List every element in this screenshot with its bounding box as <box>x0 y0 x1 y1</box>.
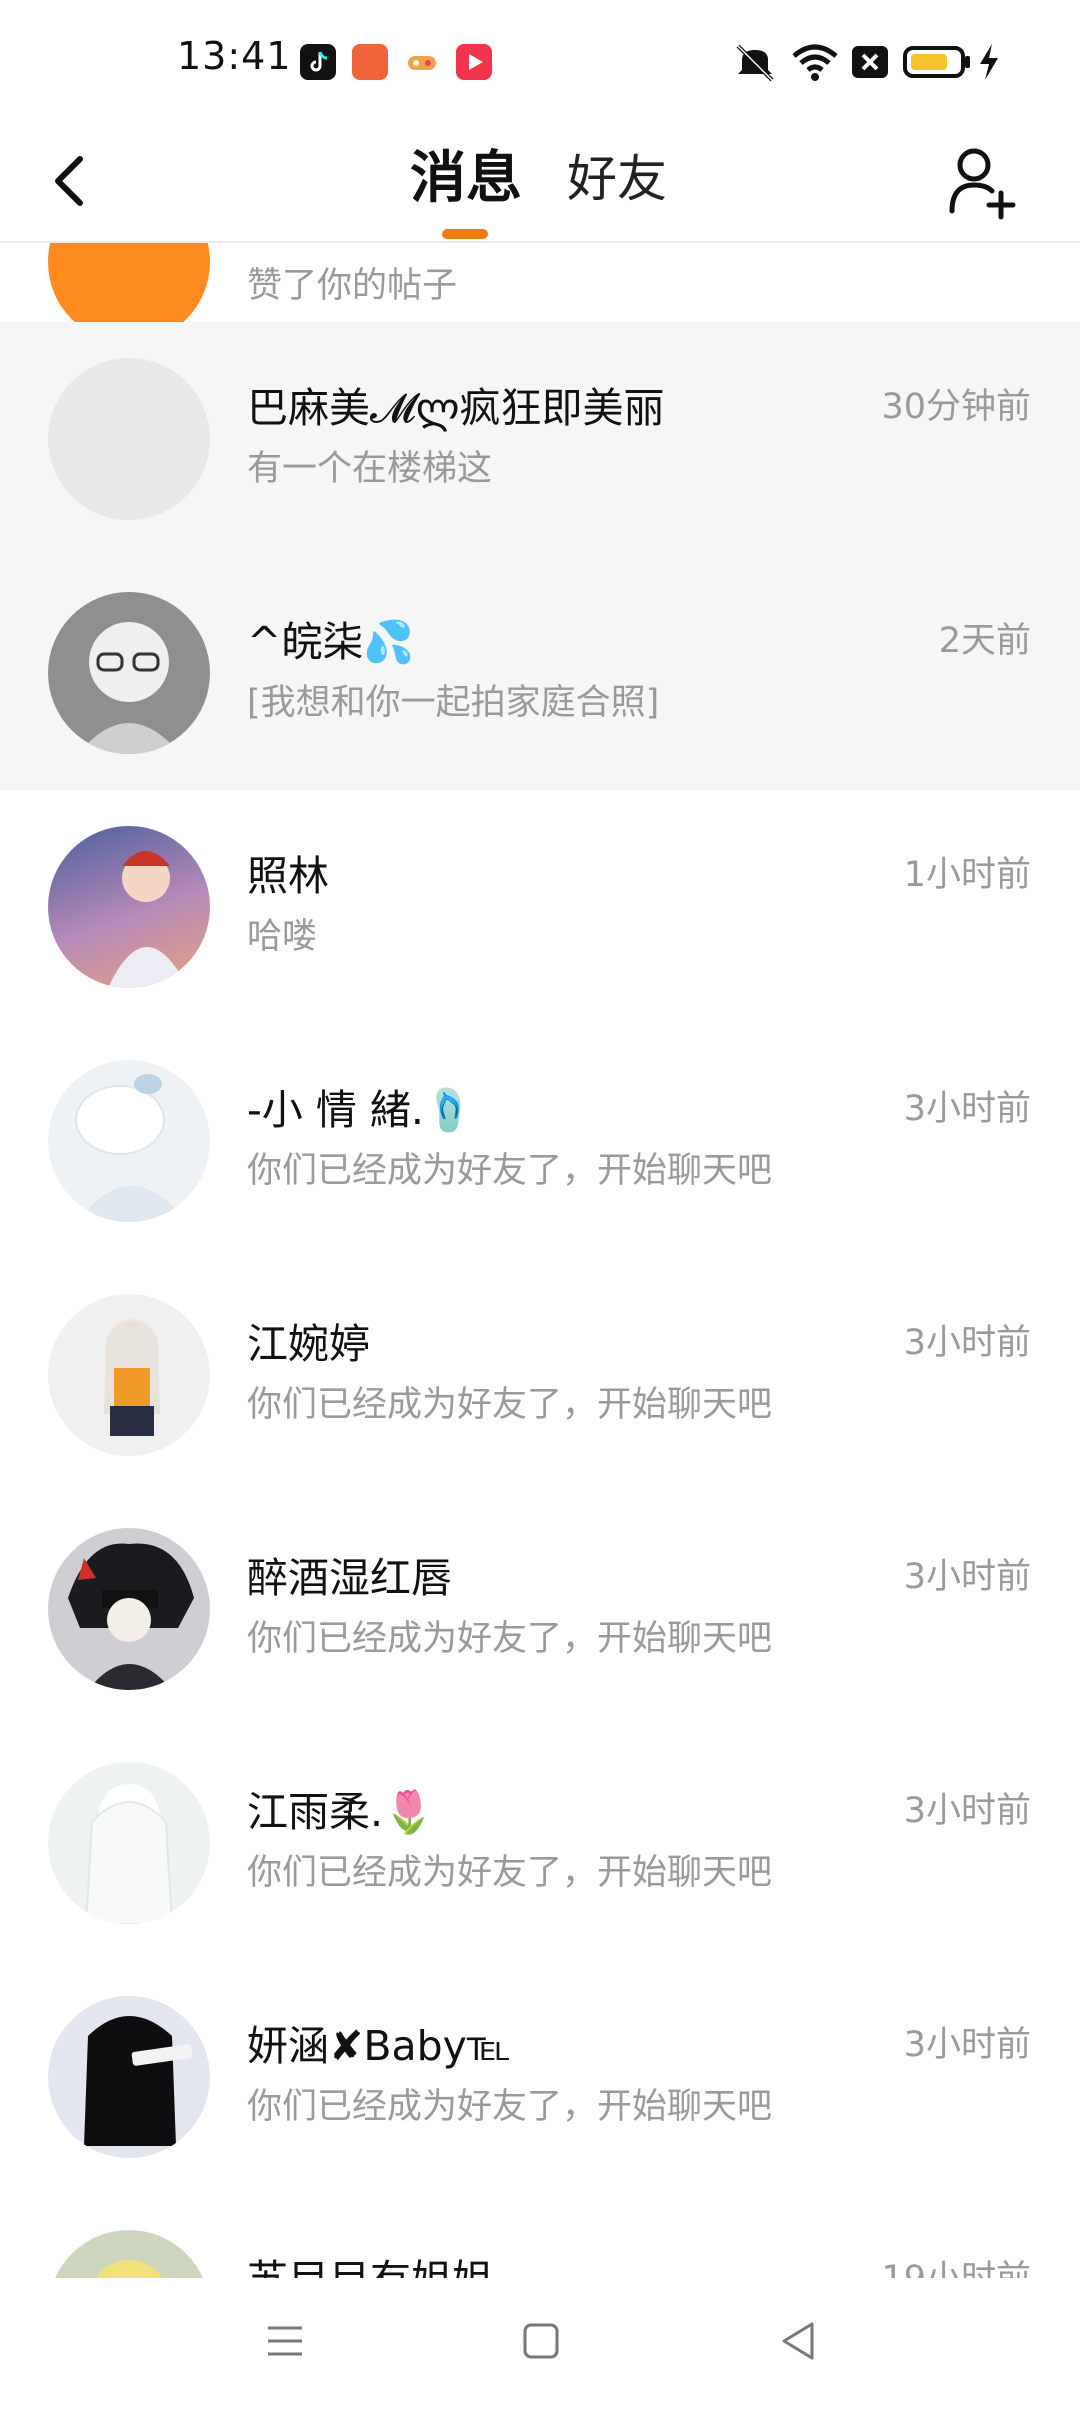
menu-icon[interactable] <box>262 2318 308 2364</box>
contact-name: 妍涵✘Baby℡ <box>247 2022 511 2070</box>
close-icon <box>852 46 888 78</box>
tiktok-icon <box>300 44 336 80</box>
avatar <box>48 1294 210 1456</box>
list-item[interactable]: 照林 哈喽 1小时前 <box>0 790 1080 1024</box>
message-time: 30分钟前 <box>881 387 1031 427</box>
list-item[interactable]: 江雨柔.🌷 你们已经成为好友了，开始聊天吧 3小时前 <box>0 1726 1080 1960</box>
message-time: 1小时前 <box>903 855 1031 895</box>
contact-name: 江婉婷 <box>247 1320 370 1368</box>
message-preview: 你们已经成为好友了，开始聊天吧 <box>247 2087 773 2127</box>
list-item[interactable]: 江婉婷 你们已经成为好友了，开始聊天吧 3小时前 <box>0 1258 1080 1492</box>
tab-messages[interactable]: 消息 <box>410 133 522 214</box>
contact-name: 巴麻美𝓜ლ疯狂即美丽 <box>247 384 665 432</box>
message-time: 3小时前 <box>903 1323 1031 1363</box>
message-time: 3小时前 <box>903 1089 1031 1129</box>
tab-friends[interactable]: 好友 <box>567 139 667 211</box>
back-arrow-icon[interactable] <box>42 141 102 221</box>
contact-name: 苏目目有姐姐 <box>247 2246 493 2278</box>
system-nav-bar <box>0 2278 1080 2412</box>
list-item[interactable]: 醉酒湿红唇 你们已经成为好友了，开始聊天吧 3小时前 <box>0 1492 1080 1726</box>
mute-icon <box>736 44 774 82</box>
message-time: 3小时前 <box>903 2025 1031 2065</box>
home-icon[interactable] <box>518 2318 564 2364</box>
video-app-icon <box>456 44 492 80</box>
avatar <box>48 1060 210 1222</box>
avatar <box>48 826 210 988</box>
message-time: 2天前 <box>938 621 1031 661</box>
contact-name: 醉酒湿红唇 <box>247 1554 452 1602</box>
avatar <box>48 1762 210 1924</box>
contact-name: 江雨柔.🌷 <box>247 1788 435 1836</box>
avatar <box>48 358 210 520</box>
contact-name: ^皖柒💦 <box>247 618 415 666</box>
contact-name: 照林 <box>247 852 329 900</box>
conversation-list[interactable]: 赞了你的帖子 巴麻美𝓜ლ疯狂即美丽 有一个在楼梯这 30分钟前 ^皖柒💦 [我想… <box>0 241 1080 2278</box>
list-item[interactable]: -小 情 緒.🩴 你们已经成为好友了，开始聊天吧 3小时前 <box>0 1024 1080 1258</box>
message-preview: 哈喽 <box>247 917 318 957</box>
top-nav: 消息 好友 <box>0 125 1080 243</box>
list-item[interactable]: ^皖柒💦 [我想和你一起拍家庭合照] 2天前 <box>0 556 1080 790</box>
back-icon[interactable] <box>776 2318 822 2364</box>
list-item[interactable]: 苏目目有姐姐 19小时前 <box>0 2194 1080 2278</box>
wifi-icon <box>792 44 838 81</box>
avatar <box>48 1996 210 2158</box>
status-time: 13:41 <box>177 34 292 78</box>
message-time: 3小时前 <box>903 1557 1031 1597</box>
list-item[interactable]: 妍涵✘Baby℡ 你们已经成为好友了，开始聊天吧 3小时前 <box>0 1960 1080 2194</box>
message-preview: 赞了你的帖子 <box>247 266 458 306</box>
add-friend-icon[interactable] <box>946 135 1016 225</box>
message-time: 19小时前 <box>881 2250 1031 2278</box>
avatar <box>48 592 210 754</box>
active-tab-indicator <box>442 229 488 239</box>
avatar <box>48 2230 210 2278</box>
contact-name: -小 情 緒.🩴 <box>247 1086 475 1134</box>
message-preview: 你们已经成为好友了，开始聊天吧 <box>247 1619 773 1659</box>
message-preview: 你们已经成为好友了，开始聊天吧 <box>247 1151 773 1191</box>
message-preview: 你们已经成为好友了，开始聊天吧 <box>247 1385 773 1425</box>
avatar <box>48 1528 210 1690</box>
message-preview: 有一个在楼梯这 <box>247 449 493 489</box>
list-item[interactable]: 巴麻美𝓜ლ疯狂即美丽 有一个在楼梯这 30分钟前 <box>0 322 1080 556</box>
battery-icon <box>903 46 970 78</box>
message-time: 3小时前 <box>903 1791 1031 1831</box>
game-icon <box>404 44 440 80</box>
message-preview: 你们已经成为好友了，开始聊天吧 <box>247 1853 773 1893</box>
charging-icon <box>980 44 998 80</box>
app-icon-2 <box>352 44 388 80</box>
message-preview: [我想和你一起拍家庭合照] <box>247 683 660 723</box>
status-bar: 13:41 <box>0 0 1080 125</box>
